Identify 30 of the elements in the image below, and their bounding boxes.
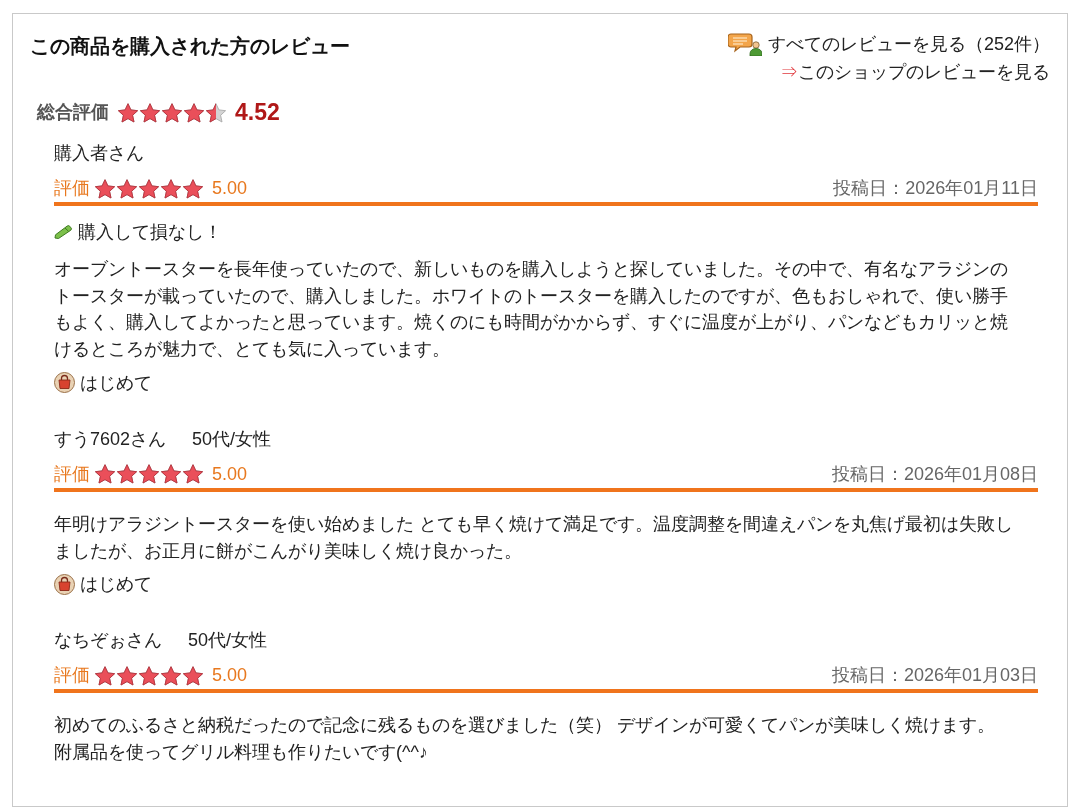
pencil-icon [54,225,74,239]
purchase-tag: はじめて [80,369,152,396]
section-title: この商品を購入された方のレビュー [30,34,350,59]
shop-reviews-link[interactable]: ⇒このショップのレビューを見る [780,58,1050,86]
all-reviews-link[interactable]: すべてのレビューを見る（252件） [767,30,1050,58]
post-date: 投稿日：2026年01月08日 [831,462,1038,486]
review-text: 附属品を使ってグリル料理も作りたいです(^^♪ [54,740,429,764]
review-text: 初めてのふるさと納税だったので記念に残るものを選びました（笑） デザインが可愛くてパンが美味しく焼けます。 [54,714,996,738]
post-date: 投稿日：2026年01月11日 [833,177,1038,200]
shopping-bag-icon [54,573,75,595]
rating-label: 評価 [54,177,90,200]
speech-bubble-person-icon [727,32,762,56]
overall-score: 4.52 [235,98,280,127]
rating-score: 5.00 [212,177,248,200]
overall-rating-label: 総合評価 [37,101,109,124]
reviewer-name: すう7602さん [54,427,167,451]
rating-label: 評価 [54,664,90,688]
shopping-bag-icon [54,372,75,394]
reviewer-name: 購入者さん [54,142,144,165]
purchase-tag: はじめて [80,571,152,598]
post-date: 投稿日：2026年01月03日 [831,664,1038,688]
rating-label: 評価 [54,462,90,486]
rating-score: 5.00 [212,462,248,486]
reviewer-profile: 50代/女性 [192,427,272,451]
reviewer-name: なちぞぉさん [54,629,162,653]
review-text: オーブントースターを長年使っていたので、新しいものを購入しようと探していました。その中で、有名なアラジンのトースターが載っていたので、購入しました。ホワイトのトースターを購入したのですが、色もおしゃれで、使い勝手もよく、購入してよかったと思っています。焼くのにも時間がかからず、すぐに温度が上がり、パンなどもカリッと焼けるところが魅力で、とても気に入っています。 [54,258,1009,362]
rating-score: 5.00 [212,664,248,688]
review-text: 年明けアラジントースターを使い始めました とても早く焼けて満足です。温度調整を間違えパンを丸焦げ最初は失敗しましたが、お正月に餅がこんがり美味しく焼け良かった。 [54,512,1014,563]
review-title: 購入して損なし！ [78,221,222,244]
reviewer-profile: 50代/女性 [188,629,268,653]
